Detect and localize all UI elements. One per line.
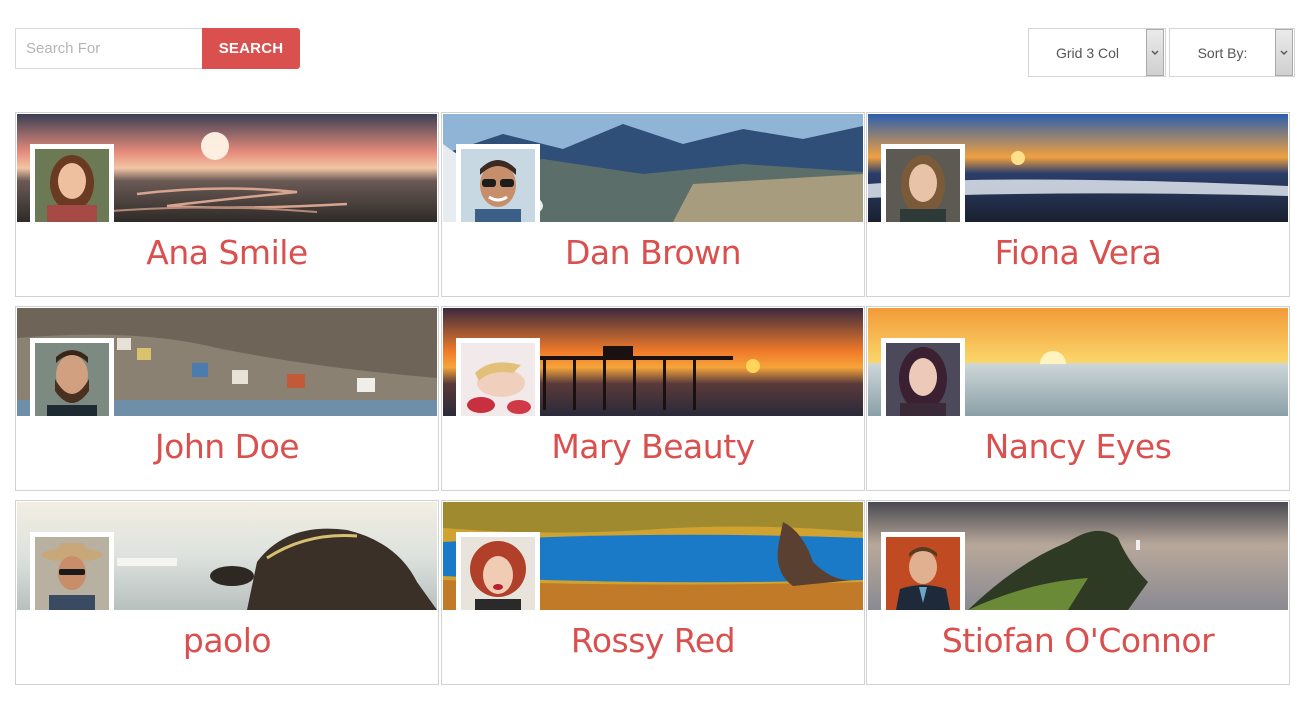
member-card[interactable]: paolo xyxy=(15,500,439,685)
avatar[interactable] xyxy=(456,144,540,222)
chevron-down-icon[interactable] xyxy=(1146,29,1164,76)
member-name[interactable]: Stiofan O'Connor xyxy=(867,621,1289,660)
member-card[interactable]: Stiofan O'Connor xyxy=(866,500,1290,685)
avatar[interactable] xyxy=(456,338,540,416)
avatar[interactable] xyxy=(30,338,114,416)
avatar[interactable] xyxy=(881,338,965,416)
layout-select[interactable]: Grid 3 Col xyxy=(1028,28,1166,77)
member-name[interactable]: Rossy Red xyxy=(442,621,864,660)
member-name[interactable]: Fiona Vera xyxy=(867,233,1289,272)
member-card[interactable]: Dan Brown xyxy=(441,112,865,297)
avatar[interactable] xyxy=(456,532,540,610)
member-name[interactable]: John Doe xyxy=(16,427,438,466)
member-name[interactable]: Mary Beauty xyxy=(442,427,864,466)
search-button[interactable]: SEARCH xyxy=(202,28,300,69)
member-card[interactable]: Rossy Red xyxy=(441,500,865,685)
avatar[interactable] xyxy=(881,532,965,610)
sort-select-label: Sort By: xyxy=(1197,44,1248,61)
member-card[interactable]: John Doe xyxy=(15,306,439,491)
member-name[interactable]: Dan Brown xyxy=(442,233,864,272)
member-card[interactable]: Nancy Eyes xyxy=(866,306,1290,491)
avatar[interactable] xyxy=(30,532,114,610)
member-card[interactable]: Mary Beauty xyxy=(441,306,865,491)
avatar[interactable] xyxy=(881,144,965,222)
sort-select[interactable]: Sort By: xyxy=(1169,28,1295,77)
member-name[interactable]: Ana Smile xyxy=(16,233,438,272)
member-card[interactable]: Fiona Vera xyxy=(866,112,1290,297)
member-name[interactable]: paolo xyxy=(16,621,438,660)
search-bar: SEARCH xyxy=(15,28,300,69)
member-card[interactable]: Ana Smile xyxy=(15,112,439,297)
search-input[interactable] xyxy=(15,28,202,69)
layout-select-label: Grid 3 Col xyxy=(1055,44,1120,61)
chevron-down-icon[interactable] xyxy=(1275,29,1293,76)
avatar[interactable] xyxy=(30,144,114,222)
member-name[interactable]: Nancy Eyes xyxy=(867,427,1289,466)
